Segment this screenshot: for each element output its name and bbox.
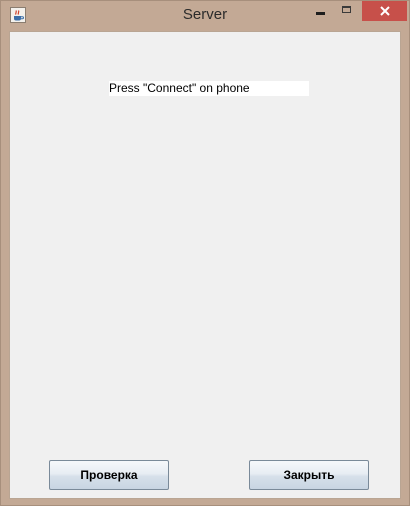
- maximize-icon: [341, 6, 351, 13]
- maximize-button[interactable]: [333, 1, 359, 21]
- close-icon: [379, 6, 390, 16]
- minimize-icon: [315, 11, 325, 15]
- close-window-button[interactable]: [362, 1, 407, 21]
- minimize-button[interactable]: [307, 1, 333, 21]
- close-button[interactable]: Закрыть: [249, 460, 369, 490]
- title-bar[interactable]: Server: [1, 1, 409, 29]
- content-panel: Press "Connect" on phone Проверка Закрыт…: [9, 31, 401, 499]
- check-button[interactable]: Проверка: [49, 460, 169, 490]
- server-window: Server Press "Connect" on phone Проверка…: [0, 0, 410, 506]
- status-label: Press "Connect" on phone: [109, 81, 309, 96]
